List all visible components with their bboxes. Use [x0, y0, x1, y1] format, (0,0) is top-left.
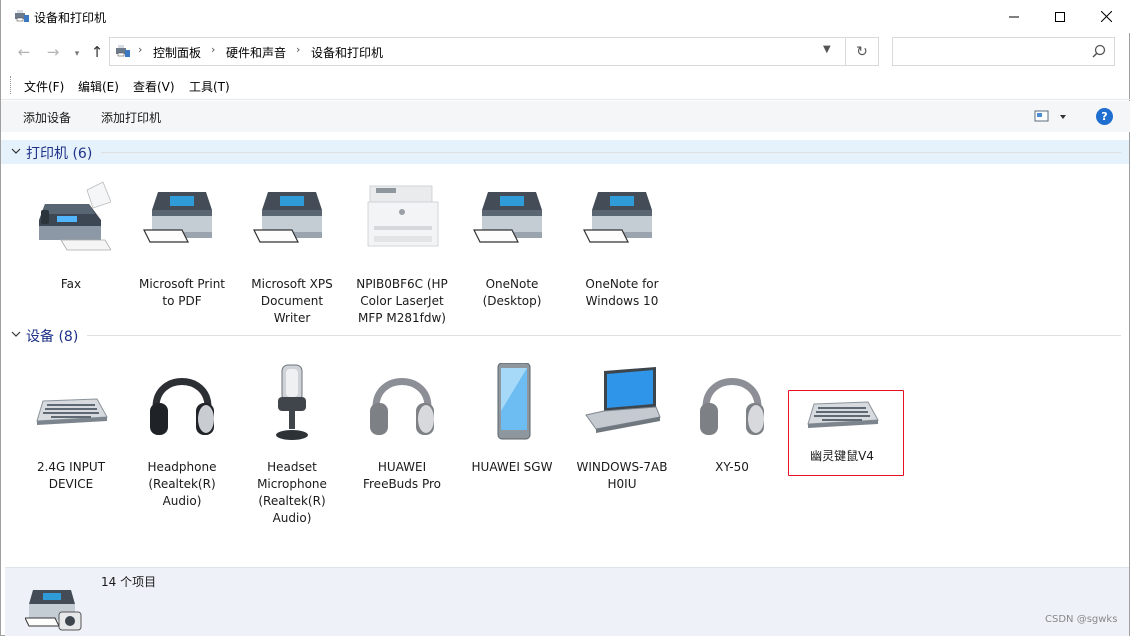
- chevron-right-icon: ›: [138, 43, 143, 56]
- device-label: Headphone (Realtek(R) Audio): [147, 460, 217, 508]
- close-button[interactable]: [1083, 0, 1129, 33]
- address-row: ← → ▾ ↑ › 控制面板 › 硬件和声音 › 设备和打印机 ▼ ↻: [1, 33, 1130, 71]
- change-view-button[interactable]: [1034, 109, 1068, 125]
- refresh-button[interactable]: ↻: [846, 37, 879, 66]
- view-options-icon: [1034, 110, 1066, 122]
- device-label: XY-50: [715, 460, 749, 474]
- device-label: HUAWEI SGW: [471, 460, 553, 474]
- printer-icon: [473, 192, 542, 243]
- address-bar[interactable]: › 控制面板 › 硬件和声音 › 设备和打印机 ▼: [109, 37, 846, 66]
- maximize-button[interactable]: [1037, 0, 1083, 33]
- laptop-icon: [585, 367, 661, 433]
- device-label: OneNote (Desktop): [482, 277, 542, 308]
- headphone-icon: [150, 378, 214, 435]
- chevron-down-icon: ▾: [74, 49, 80, 59]
- printers-group-title: 打印机 (6): [26, 146, 93, 162]
- arrow-right-icon: →: [46, 43, 60, 61]
- fax-icon: [39, 181, 111, 251]
- up-button[interactable]: ↑: [87, 42, 107, 62]
- menu-edit[interactable]: 编辑(E): [78, 78, 119, 95]
- printer-icon: [583, 192, 652, 243]
- close-icon: [1100, 11, 1112, 22]
- headphone-icon: [700, 378, 764, 435]
- devices-printers-icon: [25, 590, 82, 631]
- menu-grip: [10, 76, 11, 94]
- item-count: 14 个项目: [101, 575, 157, 589]
- chevron-down-icon: [11, 331, 21, 337]
- group-divider: [101, 152, 1121, 153]
- menu-bar: 文件(F) 编辑(E) 查看(V) 工具(T): [1, 71, 1130, 100]
- forward-button[interactable]: →: [43, 42, 63, 62]
- add-device-button[interactable]: 添加设备: [23, 109, 71, 126]
- breadcrumb-devices-printers[interactable]: 设备和打印机: [311, 44, 383, 61]
- recent-locations-button[interactable]: ▾: [67, 44, 87, 64]
- printer-icon: [253, 192, 322, 243]
- device-label: NPIB0BF6C (HP Color LaserJet MFP M281fdw…: [356, 277, 448, 325]
- devices-and-printers-window: 设备和打印机 ← → ▾ ↑ › 控制面板 › 硬件和声音 › 设备和打印机 ▼: [0, 0, 1130, 636]
- search-icon: [1092, 44, 1106, 58]
- arrow-left-icon: ←: [17, 43, 31, 61]
- breadcrumb-control-panel[interactable]: 控制面板: [153, 44, 201, 61]
- device-label: OneNote for Windows 10: [585, 277, 659, 308]
- chevron-down-icon: [11, 148, 21, 154]
- device-label: Headset Microphone (Realtek(R) Audio): [257, 460, 327, 525]
- printers-group-header[interactable]: 打印机 (6): [1, 140, 1129, 164]
- arrow-up-icon: ↑: [90, 43, 104, 61]
- device-label: 幽灵键鼠V4: [810, 449, 874, 463]
- command-bar: 添加设备 添加打印机 ?: [1, 101, 1130, 132]
- printer-icon: [143, 192, 212, 243]
- chevron-right-icon: ›: [211, 43, 216, 56]
- title-bar: 设备和打印机: [1, 0, 1130, 33]
- laser-printer-icon: [367, 185, 439, 247]
- help-button[interactable]: ?: [1096, 108, 1113, 125]
- chevron-down-icon[interactable]: ▼: [823, 44, 831, 55]
- devices-group-header[interactable]: 设备 (8): [1, 323, 1129, 347]
- device-label: WINDOWS-7AB H0IU: [576, 460, 668, 491]
- search-input[interactable]: [892, 37, 1115, 66]
- minimize-icon: [1009, 16, 1019, 17]
- device-label: Fax: [60, 277, 82, 291]
- minimize-button[interactable]: [991, 0, 1037, 33]
- group-divider: [87, 335, 1121, 336]
- device-label: HUAWEI FreeBuds Pro: [362, 460, 442, 491]
- device-label: Microsoft XPS Document Writer: [251, 277, 333, 325]
- maximize-icon: [1055, 11, 1065, 22]
- microphone-icon: [276, 364, 308, 440]
- phone-icon: [497, 363, 531, 440]
- back-button[interactable]: ←: [14, 42, 34, 62]
- help-icon: ?: [1101, 110, 1108, 123]
- menu-tools[interactable]: 工具(T): [189, 78, 230, 95]
- window-title: 设备和打印机: [34, 11, 107, 25]
- refresh-icon: ↻: [856, 43, 868, 60]
- details-pane: 14 个项目: [5, 567, 1129, 636]
- menu-view[interactable]: 查看(V): [133, 78, 175, 95]
- breadcrumb-hardware-sound[interactable]: 硬件和声音: [226, 44, 286, 61]
- chevron-right-icon: ›: [296, 43, 301, 56]
- device-label: 2.4G INPUT DEVICE: [36, 460, 106, 491]
- headphone-icon: [370, 378, 434, 435]
- device-label: Microsoft Print to PDF: [138, 277, 226, 308]
- keyboard-icon: [36, 398, 108, 425]
- watermark: CSDN @sgwks: [1045, 614, 1118, 625]
- devices-group-title: 设备 (8): [26, 329, 79, 345]
- keyboard-icon: [807, 401, 879, 428]
- devices-printers-icon: [116, 45, 130, 57]
- menu-file[interactable]: 文件(F): [24, 78, 64, 95]
- add-printer-button[interactable]: 添加打印机: [101, 109, 161, 126]
- devices-printers-icon: [15, 10, 29, 22]
